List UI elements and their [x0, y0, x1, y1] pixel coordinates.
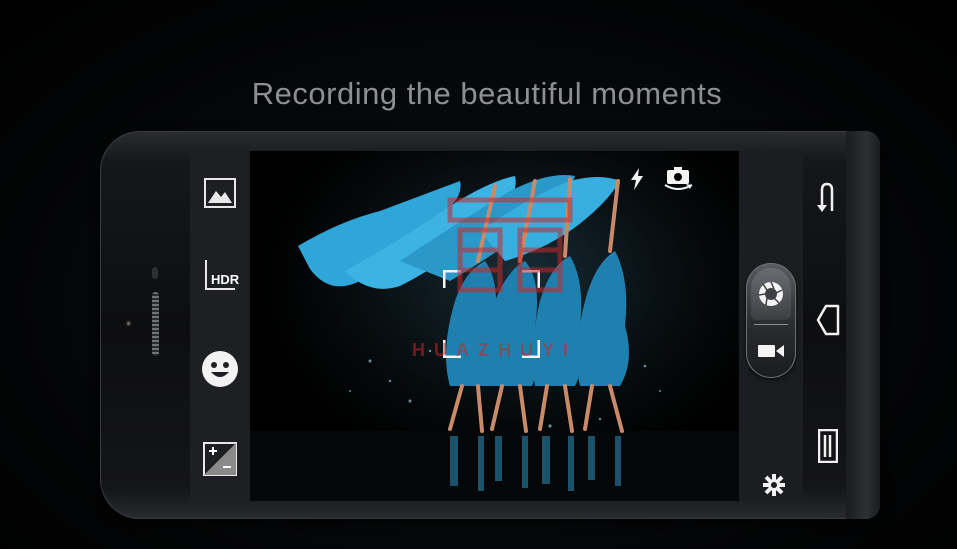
exposure-button[interactable] — [200, 439, 240, 479]
hdr-button[interactable]: HDR — [200, 255, 240, 295]
switch-camera-icon[interactable] — [662, 165, 696, 191]
phone-side-edge — [846, 131, 880, 519]
landscape-scene-icon — [204, 178, 236, 208]
video-camera-icon — [758, 345, 784, 357]
face-detect-button[interactable] — [200, 349, 240, 389]
watermark-text: HUAZHUYI — [412, 340, 577, 360]
hdr-icon: HDR — [205, 260, 239, 290]
home-icon — [816, 304, 840, 336]
exposure-compensation-icon — [203, 442, 237, 476]
shutter-divider — [754, 324, 788, 325]
video-record-button[interactable] — [751, 329, 791, 373]
photo-shutter-button[interactable] — [751, 268, 791, 320]
headline: Recording the beautiful moments — [251, 76, 723, 111]
scene-mode-button[interactable] — [200, 173, 240, 213]
aperture-shutter-icon — [758, 281, 783, 306]
menu-icon — [818, 429, 838, 463]
left-toolbar: HDR — [190, 151, 250, 501]
settings-button[interactable] — [762, 473, 786, 497]
menu-button[interactable] — [817, 428, 839, 464]
back-button[interactable] — [815, 180, 839, 214]
back-arrow-icon — [817, 182, 834, 212]
settings-gear-icon — [763, 474, 785, 496]
hdr-label: HDR — [211, 272, 240, 287]
earpiece-speaker — [152, 292, 159, 356]
proximity-sensor — [152, 267, 158, 279]
flash-bolt-icon[interactable] — [630, 168, 644, 190]
smiley-face-icon — [202, 351, 238, 387]
front-camera-lens — [125, 320, 132, 327]
shutter-control — [746, 263, 796, 378]
watermark-logo — [447, 197, 573, 293]
home-button[interactable] — [815, 302, 841, 338]
